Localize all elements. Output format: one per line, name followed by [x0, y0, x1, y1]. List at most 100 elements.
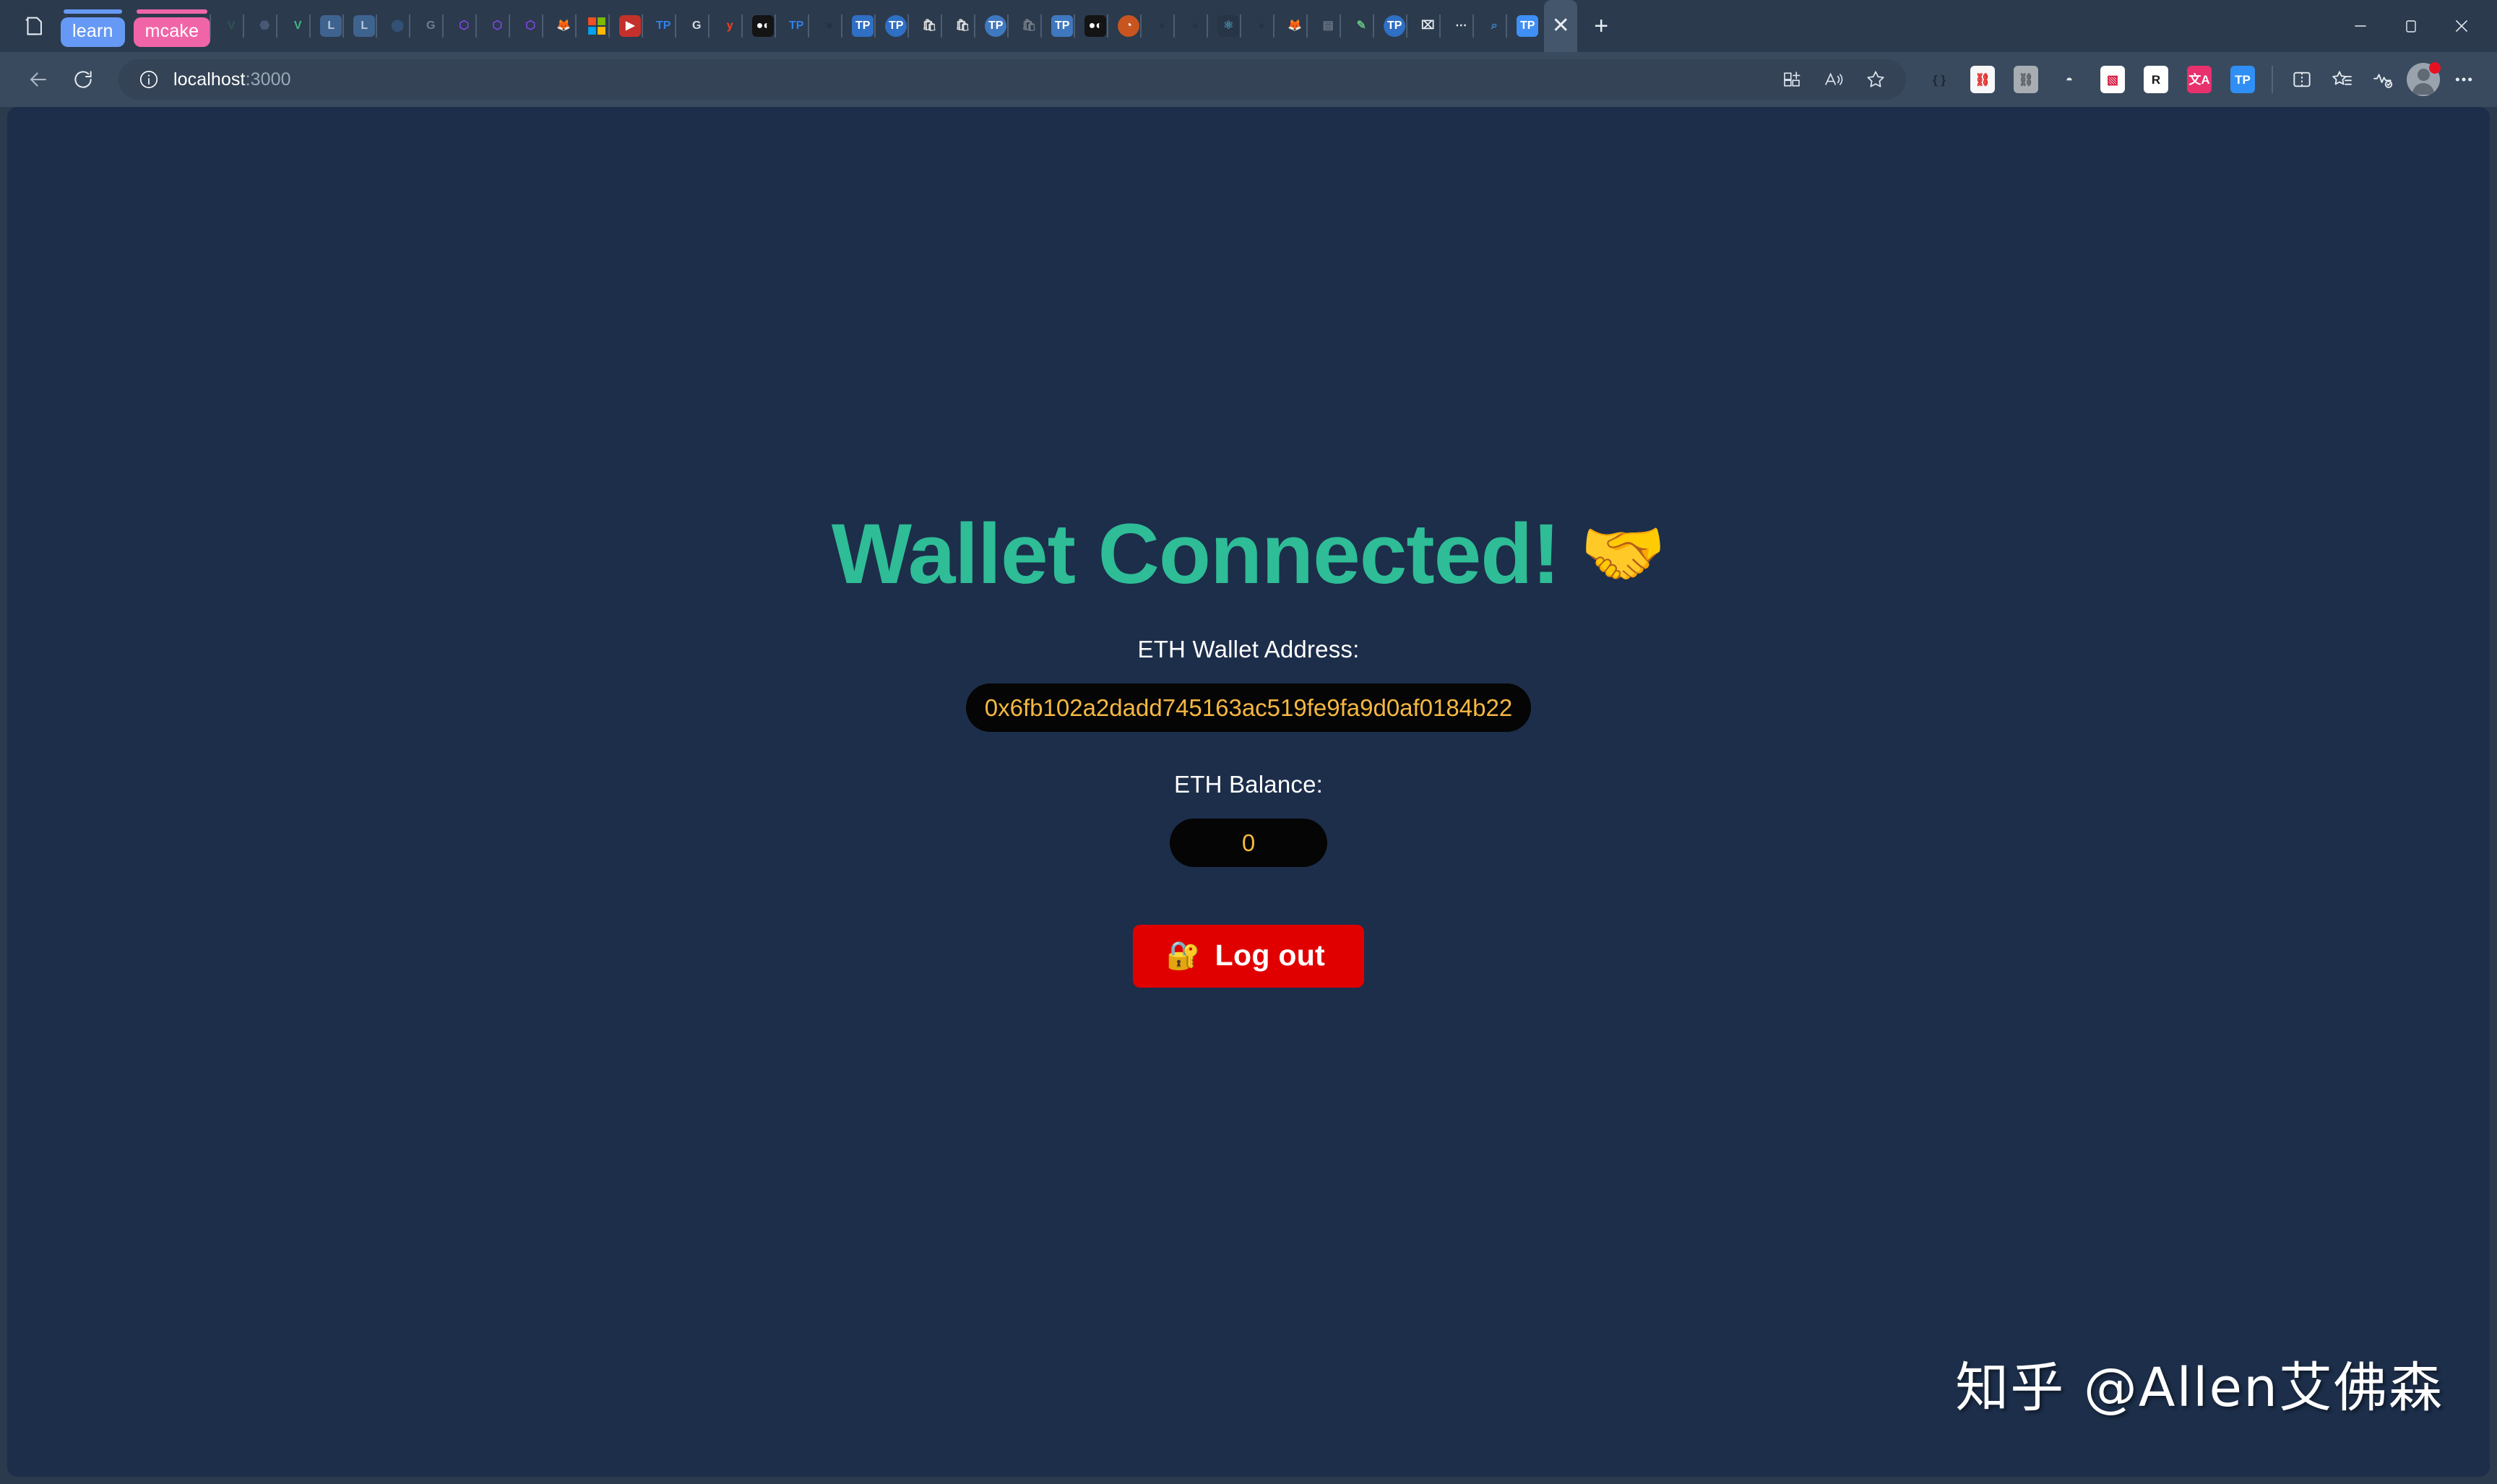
tokenpocket-icon: TP [1051, 15, 1074, 37]
extensions-row: { } ⛓ ⛓ ◓ ▧ R 文A TP [1913, 59, 2263, 100]
avatar[interactable] [2403, 59, 2444, 100]
json-formatter-extension-glyph: { } [1933, 72, 1946, 87]
more-options-icon[interactable] [2444, 59, 2484, 100]
github-icon: ● [1191, 20, 1199, 32]
favorite-star-icon[interactable] [1855, 59, 1896, 100]
tokenpocket-extension-glyph: TP [2230, 66, 2255, 93]
tokenpocket-icon: TP [852, 15, 874, 37]
tab-group-mcake[interactable]: mcake [133, 5, 211, 47]
collections-icon[interactable] [2322, 59, 2363, 100]
tokenpocket-extension[interactable]: TP [2222, 59, 2263, 100]
tokenpocket-icon: TP [1384, 15, 1406, 37]
maximize-restore-button[interactable] [2389, 9, 2433, 43]
json-formatter-extension[interactable]: { } [1919, 59, 1959, 100]
favicon-tab-container: V ⬣ V L L ⬤ G ⬡ ⬡ ⬡ 🦊 ▶ TP Gу ●◐ TP ● TP TP 🛍 🛍 TP 🛍 TP ●◐ ◔ ● ● ⚛ ● 🦊… [210, 0, 2322, 52]
google-icon: G [426, 20, 436, 32]
more-page-icon: ⋯ [1455, 20, 1467, 32]
page-title-text: Wallet Connected! [831, 506, 1561, 602]
notebook-icon: ▤ [1322, 20, 1334, 32]
address-port: :3000 [245, 69, 291, 90]
tokenpocket-icon: TP [1517, 15, 1539, 37]
wallet-page: Wallet Connected! 🤝 ETH Wallet Address: … [7, 107, 2490, 1477]
new-tab-button[interactable]: + [1584, 9, 1618, 43]
address-bar[interactable]: localhost:3000 [118, 59, 1906, 100]
chrome-webstore-icon: 🛍 [955, 20, 970, 32]
split-screen-icon[interactable] [2282, 59, 2322, 100]
vue-icon: V [227, 20, 236, 32]
medium-icon: ●◐ [1084, 15, 1107, 37]
polygon-icon: ⬡ [459, 20, 470, 32]
tab-group-label[interactable]: mcake [133, 17, 211, 47]
back-icon[interactable] [16, 59, 61, 100]
logout-button-label: Log out [1215, 939, 1325, 972]
avatar-head [2417, 69, 2430, 81]
eslint-icon: ⬣ [259, 20, 270, 32]
browser-essentials-icon[interactable] [2363, 59, 2403, 100]
sitemap-extension-glyph: ⛓ [1970, 66, 1995, 93]
sitemap-gray-extension[interactable]: ⛓ [2006, 59, 2046, 100]
leetcode-icon: L [320, 15, 342, 37]
vertical-tabs-icon[interactable] [17, 9, 51, 43]
github-icon: ● [1258, 20, 1266, 32]
close-window-button[interactable] [2439, 9, 2484, 43]
translate-extension-glyph: 文A [2187, 66, 2212, 93]
minimize-button[interactable] [2338, 9, 2383, 43]
github-icon: ● [1158, 20, 1166, 32]
close-icon[interactable]: ✕ [1552, 15, 1570, 37]
address-bar-actions [1772, 59, 1896, 100]
chrome-webstore-icon: 🛍 [1022, 20, 1037, 32]
tokenpocket-icon: TP [985, 15, 1007, 37]
tab-strip: learn mcake V ⬣ V L L ⬤ G ⬡ ⬡ ⬡ 🦊 ▶ TP Gу ●◐ TP ● TP TP 🛍 🛍 T… [0, 0, 2497, 52]
page-viewport: Wallet Connected! 🤝 ETH Wallet Address: … [7, 107, 2490, 1477]
address-bar-url[interactable]: localhost:3000 [173, 69, 1772, 90]
vue-icon: V [293, 20, 302, 32]
redfin-extension[interactable]: ▧ [2092, 59, 2133, 100]
tokenpocket-icon: TP [789, 20, 804, 32]
tab-group-color-bar [136, 9, 208, 14]
eth-address-label: ETH Wallet Address: [1137, 636, 1360, 663]
firefox-icon: 🦊 [1288, 20, 1303, 32]
tab-group-learn[interactable]: learn [61, 5, 125, 47]
translate-extension[interactable]: 文A [2179, 59, 2220, 100]
polygon-icon: ⬡ [492, 20, 503, 32]
rabby-wallet-extension-glyph: R [2144, 66, 2168, 93]
tab-tokenpocket[interactable]: TP [1506, 7, 1544, 45]
sitemap-gray-extension-glyph: ⛓ [2014, 66, 2038, 93]
tab-group-label[interactable]: learn [61, 17, 125, 47]
notion-icon: ✎ [1356, 20, 1366, 32]
handshake-icon: 🤝 [1579, 515, 1667, 592]
polygon-icon: ⬡ [525, 20, 536, 32]
logout-button[interactable]: 🔐 Log out [1133, 925, 1364, 988]
toolbar-divider [2272, 66, 2273, 93]
redfin-extension-glyph: ▧ [2100, 66, 2125, 93]
address-host: localhost [173, 69, 246, 90]
reddit-icon: ◔ [1118, 15, 1140, 37]
page-title: Wallet Connected! 🤝 [831, 506, 1667, 602]
google-icon: G [692, 20, 702, 32]
browser-window: learn mcake V ⬣ V L L ⬤ G ⬡ ⬡ ⬡ 🦊 ▶ TP Gу ●◐ TP ● TP TP 🛍 🛍 T… [0, 0, 2497, 1484]
tokenpocket-icon: TP [656, 20, 671, 32]
split-screen-icon[interactable] [1772, 59, 1812, 100]
metamask-icon: 🦊 [556, 20, 572, 32]
eth-address-value[interactable]: 0x6fb102a2dadd745163ac519fe9fa9d0af0184b… [965, 683, 1532, 732]
sitemap-extension[interactable]: ⛓ [1962, 59, 2003, 100]
youtube-icon: ▶ [619, 15, 642, 37]
tokenpocket-icon: TP [885, 15, 907, 37]
chrome-webstore-icon: 🛍 [922, 20, 937, 32]
tab-list: learn mcake V ⬣ V L L ⬤ G ⬡ ⬡ ⬡ 🦊 ▶ TP Gу ●◐ TP ● TP TP 🛍 🛍 T… [17, 0, 2322, 52]
site-info-icon[interactable] [134, 65, 163, 94]
github-icon: ● [826, 20, 834, 32]
search-icon: ⌕ [1491, 20, 1498, 32]
leetcode-icon: L [353, 15, 376, 37]
reload-icon[interactable] [61, 59, 105, 100]
medium-icon: ●◐ [752, 15, 775, 37]
tab-group-color-bar [64, 9, 122, 14]
read-aloud-icon[interactable] [1814, 59, 1854, 100]
rabby-wallet-extension[interactable]: R [2136, 59, 2176, 100]
eth-balance-value[interactable]: 0 [1170, 819, 1327, 867]
wappalyzer-extension-glyph: ◓ [2065, 72, 2074, 87]
wappalyzer-extension[interactable]: ◓ [2049, 59, 2090, 100]
browser-toolbar: localhost:3000 {} ⛓ ⛓ ◓ ▧ R 文A TP [0, 52, 2497, 107]
active-tab[interactable]: ✕ [1544, 0, 1578, 52]
yandex-icon: у [726, 20, 733, 32]
